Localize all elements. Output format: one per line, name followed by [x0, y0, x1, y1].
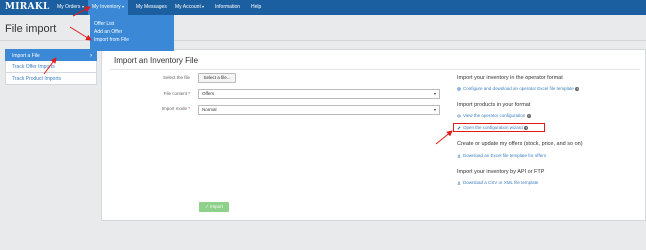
import-button[interactable]: ✓ Import	[199, 202, 229, 212]
select-file-button[interactable]: Select a file...	[198, 73, 236, 83]
help-icon[interactable]: ?	[526, 113, 531, 118]
section-heading-your-format: Import products in your format	[457, 102, 531, 108]
caret-down-icon	[81, 5, 84, 8]
top-navigation-bar: MIRAKL My Orders My Inventory My Message…	[0, 0, 646, 15]
required-marker: *	[188, 91, 190, 96]
nav-label: My Messages	[136, 4, 167, 10]
arrow-to-import-from-file	[69, 26, 92, 41]
caret-down-icon	[434, 109, 436, 111]
section-heading-api-ftp: Import your inventory by API or FTP	[457, 169, 545, 175]
file-content-label: File content *	[100, 91, 190, 96]
link-text: Download an Excel file template for offe…	[463, 153, 546, 158]
nav-my-orders[interactable]: My Orders	[53, 0, 88, 15]
link-text: Download a CSV or XML file template	[463, 180, 539, 185]
select-file-label: Select the file	[100, 75, 190, 80]
sidebar-item-label: Track Product Imports	[12, 76, 61, 82]
link-text: Configure and download an operator Excel…	[463, 86, 574, 91]
required-marker: *	[188, 106, 190, 111]
sidebar-item-import-a-file[interactable]: Import a File ›	[5, 49, 97, 61]
page-title: File import	[5, 23, 57, 35]
eye-icon	[457, 114, 461, 118]
link-configure-operator-template[interactable]: Configure and download an operator Excel…	[457, 86, 580, 91]
menu-item-add-an-offer[interactable]: Add an Offer	[90, 28, 174, 36]
download-icon	[457, 154, 461, 158]
import-button-label: Import	[210, 204, 223, 209]
nav-my-account[interactable]: My Account	[171, 0, 208, 15]
select-value: Normal	[202, 107, 217, 112]
panel-title: Import an Inventory File	[114, 56, 199, 65]
import-mode-select[interactable]: Normal	[198, 105, 440, 115]
menu-item-import-from-file[interactable]: Import from File	[90, 36, 174, 44]
section-heading-operator-format: Import your inventory in the operator fo…	[457, 75, 563, 81]
inventory-dropdown-menu: Offer List Add an Offer Import from File	[90, 15, 174, 51]
sidebar-item-label: Track Offer Imports	[12, 64, 55, 70]
mirakl-logo[interactable]: MIRAKL	[5, 2, 50, 12]
nav-label: Help	[251, 4, 262, 10]
caret-down-icon	[434, 93, 436, 95]
link-view-operator-configuration[interactable]: View the operator configuration?	[457, 113, 531, 118]
nav-information[interactable]: Information	[211, 0, 244, 15]
nav-help[interactable]: Help	[247, 0, 265, 15]
link-text: View the operator configuration	[463, 113, 526, 118]
help-icon[interactable]: ?	[575, 86, 580, 91]
nav-label: My Orders	[57, 4, 81, 10]
annotation-highlight-box	[453, 123, 545, 132]
import-mode-label: Import mode *	[100, 106, 190, 111]
field-label-text: Import mode	[161, 106, 187, 111]
panel-divider	[110, 69, 640, 70]
sidebar-menu: Import a File › Track Offer Imports Trac…	[5, 49, 97, 85]
sidebar-item-label: Import a File	[12, 53, 40, 59]
field-label-text: Select the file	[162, 75, 190, 80]
nav-my-inventory[interactable]: My Inventory	[88, 0, 129, 15]
gear-icon	[457, 87, 461, 91]
section-heading-create-update-offers: Create or update my offers (stock, price…	[457, 141, 583, 147]
link-download-offers-template[interactable]: Download an Excel file template for offe…	[457, 153, 546, 158]
sidebar-item-track-product-imports[interactable]: Track Product Imports	[5, 73, 97, 85]
select-value: Offers	[202, 91, 215, 96]
caret-down-icon	[202, 5, 205, 8]
nav-label: Information	[215, 4, 241, 10]
menu-item-offer-list[interactable]: Offer List	[90, 20, 174, 28]
nav-my-messages[interactable]: My Messages	[132, 0, 171, 15]
nav-label: My Account	[175, 4, 201, 10]
nav-label: My Inventory	[92, 4, 121, 10]
file-content-select[interactable]: Offers	[198, 89, 440, 99]
download-icon	[457, 181, 461, 185]
sidebar-item-track-offer-imports[interactable]: Track Offer Imports	[5, 61, 97, 73]
field-label-text: File content	[163, 91, 187, 96]
caret-down-icon	[122, 5, 125, 8]
link-download-csv-xml-template[interactable]: Download a CSV or XML file template	[457, 180, 538, 185]
